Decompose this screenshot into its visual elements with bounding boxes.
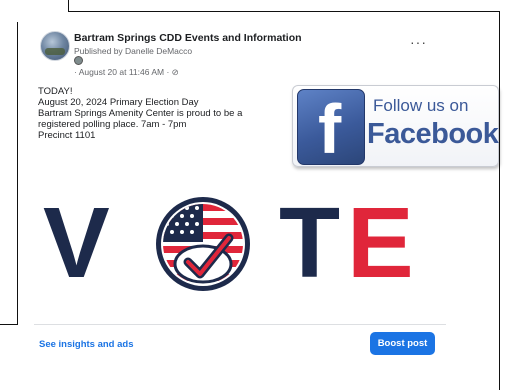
- facebook-logo-icon: f: [297, 89, 365, 165]
- post-text-line: August 20, 2024 Primary Election Day: [38, 97, 199, 108]
- publisher-avatar-icon: [74, 56, 83, 65]
- vote-letter-t: T: [279, 187, 341, 299]
- vote-graphic: V T E: [43, 188, 423, 298]
- follow-facebook-badge: f Follow us on Facebook: [292, 85, 499, 167]
- post-timestamp[interactable]: · August 20 at 11:46 AM · ⊘: [74, 67, 179, 78]
- published-by: Published by Danelle DeMacco: [74, 46, 193, 56]
- footer-divider: [34, 324, 446, 325]
- follow-us-text: Follow us on: [373, 96, 469, 115]
- post-text-line: Bartram Springs Amenity Center is proud …: [38, 108, 243, 119]
- post-text-line: registered polling place. 7am - 7pm: [38, 119, 187, 130]
- post-text-line: Precinct 1101: [38, 130, 96, 141]
- vote-letter-v: V: [43, 187, 110, 299]
- frame-right: [499, 11, 500, 390]
- page-avatar[interactable]: [40, 31, 70, 61]
- vote-letter-e: E: [347, 187, 414, 299]
- facebook-brand-text: Facebook: [367, 118, 499, 150]
- frame-left-bottom: [0, 324, 18, 325]
- page-name[interactable]: Bartram Springs CDD Events and Informati…: [74, 32, 302, 44]
- frame-top: [0, 0, 517, 1]
- flag-checkmark-icon: [156, 197, 250, 291]
- see-insights-link[interactable]: See insights and ads: [39, 339, 134, 350]
- more-options-button[interactable]: ···: [410, 34, 427, 50]
- post-text-line: TODAY!: [38, 86, 73, 97]
- boost-post-button[interactable]: Boost post: [370, 332, 435, 355]
- post-text: TODAY! August 20, 2024 Primary Election …: [38, 86, 288, 141]
- facebook-logo-letter: f: [318, 90, 342, 165]
